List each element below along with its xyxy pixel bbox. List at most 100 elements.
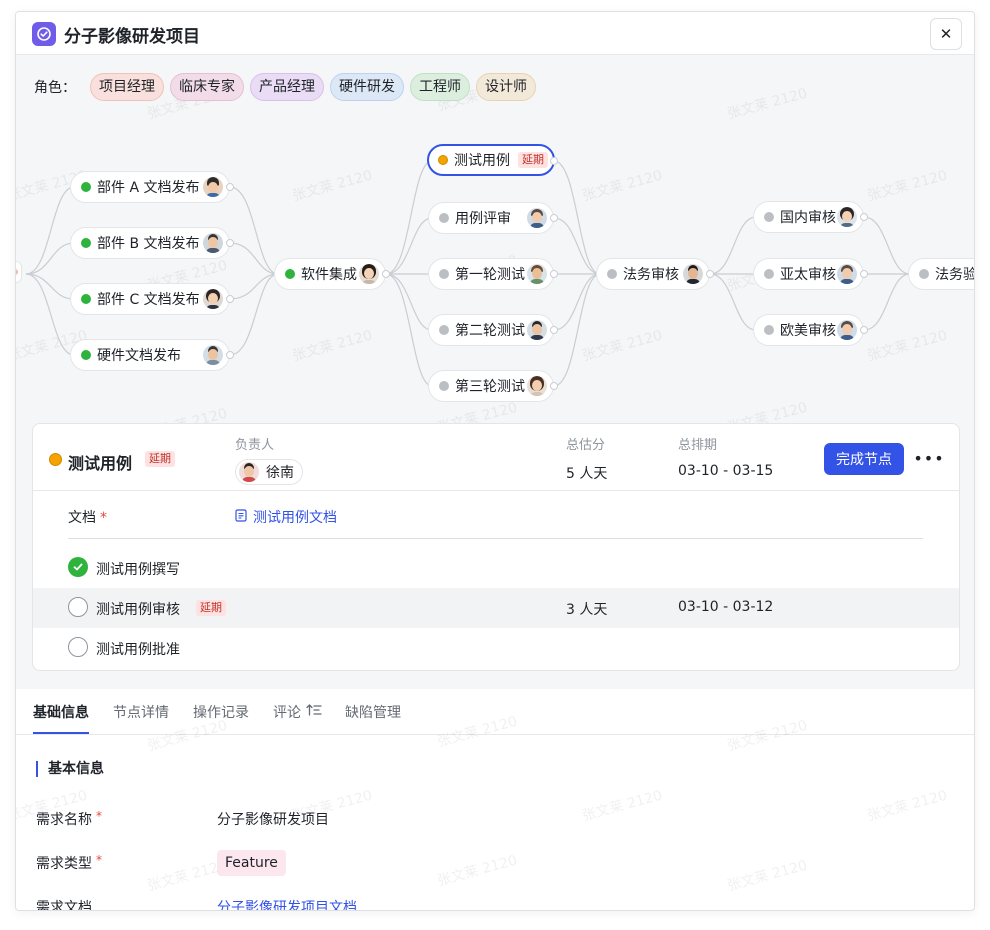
subtask-label: 测试用例批准 (96, 642, 180, 658)
status-dot (81, 238, 91, 248)
section-title: 基本信息 (36, 761, 104, 777)
document-icon (235, 508, 247, 526)
flow-node-test-round-1[interactable]: 第一轮测试 (428, 258, 554, 290)
required-mark: * (100, 510, 107, 526)
subtask-row[interactable]: 测试用例审核 延期 3 人天 03-10 - 03-12 (33, 588, 959, 628)
tab-basic-info[interactable]: 基础信息 (33, 702, 89, 722)
doc-link[interactable]: 测试用例文档 (235, 507, 337, 527)
connector-handle[interactable] (860, 270, 868, 278)
status-dot (764, 212, 774, 222)
flow-node-domestic-review[interactable]: 国内审核 (753, 201, 864, 233)
connector-handle[interactable] (550, 214, 558, 222)
watermark: 张文莱 2120 (580, 787, 665, 825)
connector-handle[interactable] (550, 326, 558, 334)
connector-handle[interactable] (860, 326, 868, 334)
flow-node-doc-a[interactable]: 部件 A 文档发布 (70, 171, 230, 203)
flow-node-hardware-doc[interactable]: 硬件文档发布 (70, 339, 230, 371)
status-dot (49, 453, 62, 466)
flow-node-doc-b[interactable]: 部件 B 文档发布 (70, 227, 230, 259)
status-dot (439, 269, 449, 279)
connector-handle[interactable] (226, 295, 234, 303)
node-label: 法务验收 (935, 267, 974, 283)
flow-node-apac-review[interactable]: 亚太审核 (753, 258, 864, 290)
status-dot (285, 269, 295, 279)
delay-badge: 延期 (196, 600, 226, 616)
connector-handle[interactable] (706, 270, 714, 278)
connector-handle[interactable] (550, 157, 558, 165)
project-modal: 分子影像研发项目 ✕ 张文莱 2120 张文莱 2120 张文莱 2120 张文… (15, 11, 975, 911)
delay-badge: 延期 (518, 152, 548, 168)
detail-header: 测试用例 延期 负责人 徐南 总估分 5 人天 总排期 03-10 - 03-1… (33, 424, 959, 491)
node-label: 亚太审核 (780, 267, 836, 283)
flow-node-test-case[interactable]: 测试用例 延期 (427, 144, 555, 176)
doc-label-text: 文档 (68, 510, 96, 526)
node-label: 硬件文档发布 (97, 348, 181, 364)
avatar (837, 207, 857, 227)
connector-handle[interactable] (382, 270, 390, 278)
owner-label: 负责人 (235, 438, 275, 453)
tab-comments[interactable]: 评论 (273, 702, 322, 722)
flow-node-software-integration[interactable]: 软件集成 (274, 258, 386, 290)
avatar (359, 264, 379, 284)
avatar (837, 320, 857, 340)
avatar (527, 208, 547, 228)
modal-header: 分子影像研发项目 ✕ (16, 12, 974, 55)
sort-icon[interactable] (306, 703, 322, 721)
flow-node-legal-review[interactable]: 法务审核 (596, 258, 710, 290)
connector-handle[interactable] (550, 382, 558, 390)
subtask-row[interactable]: 测试用例撰写 (33, 548, 959, 588)
flow-node-test-round-2[interactable]: 第二轮测试 (428, 314, 554, 346)
tab-node-details[interactable]: 节点详情 (113, 702, 169, 722)
checked-circle-icon[interactable] (68, 557, 88, 577)
close-button[interactable]: ✕ (930, 18, 962, 50)
more-options-icon[interactable]: ••• (913, 446, 943, 470)
owner-name: 徐南 (266, 465, 294, 481)
field-label-doc: 需求文档 (36, 900, 92, 911)
owner-chip[interactable]: 徐南 (235, 459, 303, 485)
unchecked-circle-icon[interactable] (68, 637, 88, 657)
connector-handle[interactable] (226, 239, 234, 247)
delay-badge: 延期 (145, 451, 175, 467)
tab-activity-log[interactable]: 操作记录 (193, 702, 249, 722)
connector-handle[interactable] (550, 270, 558, 278)
avatar (527, 376, 547, 396)
requirement-doc-link[interactable]: 分子影像研发项目文档 (217, 897, 357, 910)
check-circle-icon (32, 22, 56, 46)
connector-handle[interactable] (860, 213, 868, 221)
complete-node-button[interactable]: 完成节点 (824, 443, 904, 475)
doc-label: 文档 * (68, 507, 107, 527)
flow-node-case-review[interactable]: 用例评审 (428, 202, 554, 234)
estimate-label: 总估分 (566, 438, 606, 453)
flow-node-eu-us-review[interactable]: 欧美审核 (753, 314, 864, 346)
detail-title: 测试用例 (68, 454, 133, 473)
node-label: 用例评审 (455, 211, 511, 227)
node-label: 部件 A 文档发布 (97, 180, 200, 196)
flow-node-doc-c[interactable]: 部件 C 文档发布 (70, 283, 230, 315)
node-label: 第一轮测试 (455, 267, 525, 283)
field-value-name[interactable]: 分子影像研发项目 (217, 809, 329, 829)
connector-handle[interactable] (226, 351, 234, 359)
label-text: 需求类型 (36, 856, 92, 872)
subtask-estimate: 3 人天 (566, 602, 608, 618)
flow-node-legal-acceptance[interactable]: 法务验收 (908, 258, 974, 290)
schedule-value: 03-10 - 03-15 (678, 463, 774, 479)
node-label: 软件集成 (301, 267, 357, 283)
basic-info-panel: 张文莱 2120 张文莱 2120 张文莱 2120 张文莱 2120 张文莱 … (16, 714, 974, 911)
avatar (837, 264, 857, 284)
node-label: 国内审核 (780, 210, 836, 226)
page-title: 分子影像研发项目 (64, 27, 200, 47)
status-dot (439, 325, 449, 335)
node-label: 欧美审核 (780, 323, 836, 339)
subtask-row[interactable]: 测试用例批准 (33, 628, 959, 668)
connector-handle[interactable] (226, 183, 234, 191)
flow-node-previous[interactable] (16, 261, 22, 283)
divider (68, 538, 923, 539)
tab-defect-management[interactable]: 缺陷管理 (345, 702, 401, 722)
flow-canvas[interactable]: 张文莱 2120 张文莱 2120 张文莱 2120 张文莱 2120 张文莱 … (16, 55, 974, 689)
node-label: 部件 C 文档发布 (97, 292, 200, 308)
type-tag[interactable]: Feature (217, 850, 286, 876)
unchecked-circle-icon[interactable] (68, 597, 88, 617)
flow-node-test-round-3[interactable]: 第三轮测试 (428, 370, 554, 402)
avatar (203, 177, 223, 197)
subtask-label: 测试用例撰写 (96, 562, 180, 578)
